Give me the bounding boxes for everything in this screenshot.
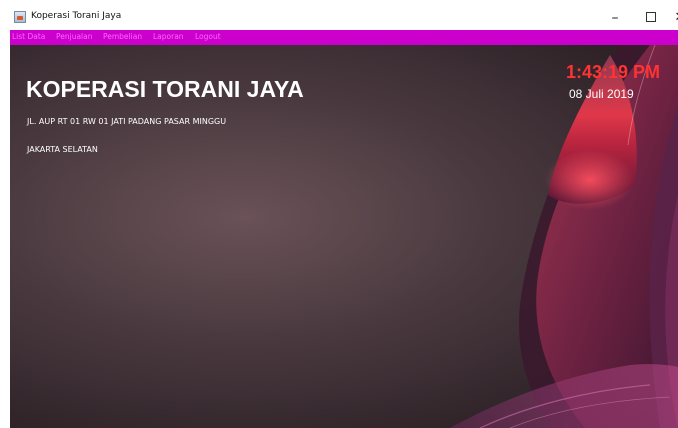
main-panel: KOPERASI TORANI JAYA JL. AUP RT 01 RW 01… — [10, 45, 678, 428]
minimize-icon: – — [611, 10, 619, 26]
close-button[interactable]: ✕ — [665, 6, 678, 30]
app-window: Koperasi Torani Jaya – ✕ List Data Penju… — [10, 6, 678, 428]
clock-time: 1:43:19 PM — [566, 62, 661, 82]
menu-list-data[interactable]: List Data — [12, 32, 45, 41]
maximize-button[interactable] — [636, 6, 666, 30]
menu-bar: List Data Penjualan Pembelian Laporan Lo… — [10, 30, 678, 45]
window-title: Koperasi Torani Jaya — [31, 11, 122, 21]
menu-pembelian[interactable]: Pembelian — [103, 32, 142, 41]
close-icon: ✕ — [675, 10, 678, 25]
menu-laporan[interactable]: Laporan — [153, 32, 184, 41]
menu-penjualan[interactable]: Penjualan — [56, 32, 93, 41]
clock-date: 08 Juli 2019 — [569, 87, 634, 101]
title-bar[interactable]: Koperasi Torani Jaya – ✕ — [10, 6, 678, 30]
company-name: KOPERASI TORANI JAYA — [26, 76, 304, 102]
company-city: JAKARTA SELATAN — [27, 145, 98, 154]
java-app-icon — [14, 11, 26, 23]
menu-logout[interactable]: Logout — [195, 32, 221, 41]
company-address: JL. AUP RT 01 RW 01 JATI PADANG PASAR MI… — [27, 117, 227, 126]
minimize-button[interactable]: – — [600, 6, 630, 30]
maximize-icon — [646, 12, 656, 22]
